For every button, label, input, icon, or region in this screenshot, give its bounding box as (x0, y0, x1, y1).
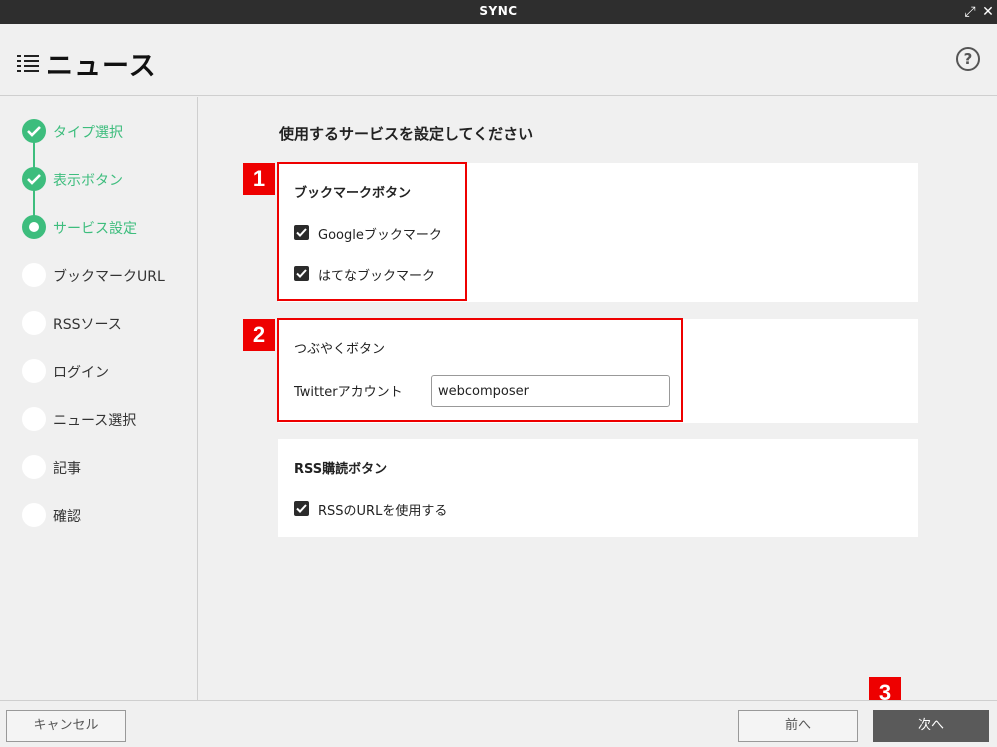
step-label: タイプ選択 (53, 125, 123, 141)
callout-box-2 (277, 318, 683, 422)
step-label: ブックマークURL (53, 269, 165, 285)
step-label: 表示ボタン (53, 173, 123, 189)
step-label: ログイン (53, 365, 109, 381)
pending-step-icon (22, 311, 46, 335)
rss-title: RSS購読ボタン (294, 462, 388, 477)
callout-number-2: 2 (243, 319, 275, 351)
current-step-icon (22, 215, 46, 239)
step-article[interactable]: 記事 (22, 455, 192, 479)
step-rss-source[interactable]: RSSソース (22, 311, 192, 335)
step-display-button[interactable]: 表示ボタン (22, 167, 192, 191)
help-icon[interactable]: ? (956, 47, 980, 71)
step-type-select[interactable]: タイプ選択 (22, 119, 192, 143)
list-icon (17, 55, 39, 72)
step-login[interactable]: ログイン (22, 359, 192, 383)
step-label: サービス設定 (53, 221, 137, 237)
rss-card: RSS購読ボタン RSSのURLを使用する (278, 439, 918, 537)
footer-bar: キャンセル 前へ 次へ (0, 700, 997, 747)
title-bar: SYNC ⤢ ✕ (0, 0, 997, 24)
callout-number-1: 1 (243, 163, 275, 195)
pending-step-icon (22, 503, 46, 527)
cancel-button[interactable]: キャンセル (6, 710, 126, 742)
page-title: ニュース (46, 51, 157, 82)
callout-box-1 (277, 162, 467, 301)
checkbox-label: RSSのURLを使用する (318, 504, 448, 519)
pending-step-icon (22, 263, 46, 287)
check-icon (22, 167, 46, 191)
step-news-select[interactable]: ニュース選択 (22, 407, 192, 431)
step-label: ニュース選択 (53, 413, 137, 429)
page-header: ニュース ? (0, 24, 997, 96)
step-label: 確認 (53, 509, 81, 525)
previous-button[interactable]: 前へ (738, 710, 858, 742)
pending-step-icon (22, 359, 46, 383)
step-sidebar: タイプ選択 表示ボタン サービス設定 ブックマークURL RSSソース ログイン (0, 97, 198, 700)
pending-step-icon (22, 407, 46, 431)
pending-step-icon (22, 455, 46, 479)
checkbox-checked-icon (294, 501, 309, 516)
next-button[interactable]: 次へ (873, 710, 989, 742)
step-label: 記事 (53, 461, 81, 477)
close-icon[interactable]: ✕ (979, 2, 997, 22)
step-service-settings[interactable]: サービス設定 (22, 215, 192, 239)
step-bookmark-url[interactable]: ブックマークURL (22, 263, 192, 287)
step-label: RSSソース (53, 317, 122, 333)
expand-icon[interactable]: ⤢ (961, 2, 979, 22)
section-heading: 使用するサービスを設定してください (279, 125, 534, 143)
window-title: SYNC (479, 4, 518, 18)
check-icon (22, 119, 46, 143)
step-confirm[interactable]: 確認 (22, 503, 192, 527)
